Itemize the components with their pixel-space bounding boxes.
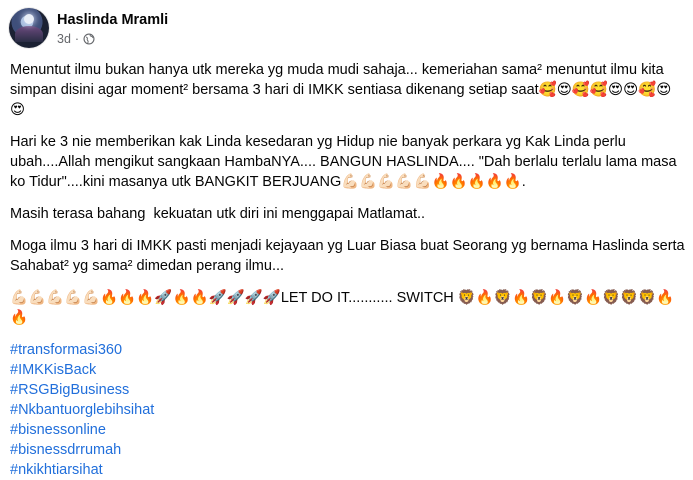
- post-paragraph: Hari ke 3 nie memberikan kak Linda kesed…: [10, 134, 681, 190]
- avatar[interactable]: [9, 8, 49, 48]
- hashtag-link[interactable]: #Nkbantuorglebihsihat: [10, 400, 686, 420]
- hashtag-link[interactable]: #IMKKisBack: [10, 360, 686, 380]
- hashtag-link[interactable]: #transformasi360: [10, 340, 686, 360]
- hashtag-list: #transformasi360 #IMKKisBack #RSGBigBusi…: [10, 340, 686, 480]
- hashtag-link[interactable]: #nkikhtiarsihat: [10, 460, 686, 480]
- globe-icon[interactable]: [83, 32, 95, 45]
- post-meta: Haslinda Mramli 3d ·: [57, 11, 168, 46]
- author-name[interactable]: Haslinda Mramli: [57, 11, 168, 29]
- avatar-figure: [15, 26, 43, 42]
- hashtag-link[interactable]: #bisnessdrrumah: [10, 440, 686, 460]
- post-paragraph: Menuntut ilmu bukan hanya utk mereka yg …: [10, 62, 672, 118]
- post-paragraph: 💪🏻💪🏻💪🏻💪🏻💪🏻🔥🔥🔥🚀🔥🔥🚀🚀🚀🚀LET DO IT...........…: [10, 290, 675, 326]
- post-timestamp[interactable]: 3d: [57, 32, 71, 46]
- hashtag-link[interactable]: #RSGBigBusiness: [10, 380, 686, 400]
- separator-dot: ·: [74, 31, 80, 46]
- post-body: Menuntut ilmu bukan hanya utk mereka yg …: [10, 60, 686, 480]
- hashtag-link[interactable]: #bisnessonline: [10, 420, 686, 440]
- post-paragraph: Moga ilmu 3 hari di IMKK pasti menjadi k…: [10, 238, 689, 274]
- avatar-light: [24, 14, 34, 24]
- post-subline: 3d ·: [57, 32, 168, 46]
- post-header: Haslinda Mramli 3d ·: [9, 8, 168, 48]
- post-paragraph: Masih terasa bahang kekuatan utk diri in…: [10, 206, 426, 222]
- facebook-post: Haslinda Mramli 3d · Menuntut ilmu bukan…: [0, 0, 693, 478]
